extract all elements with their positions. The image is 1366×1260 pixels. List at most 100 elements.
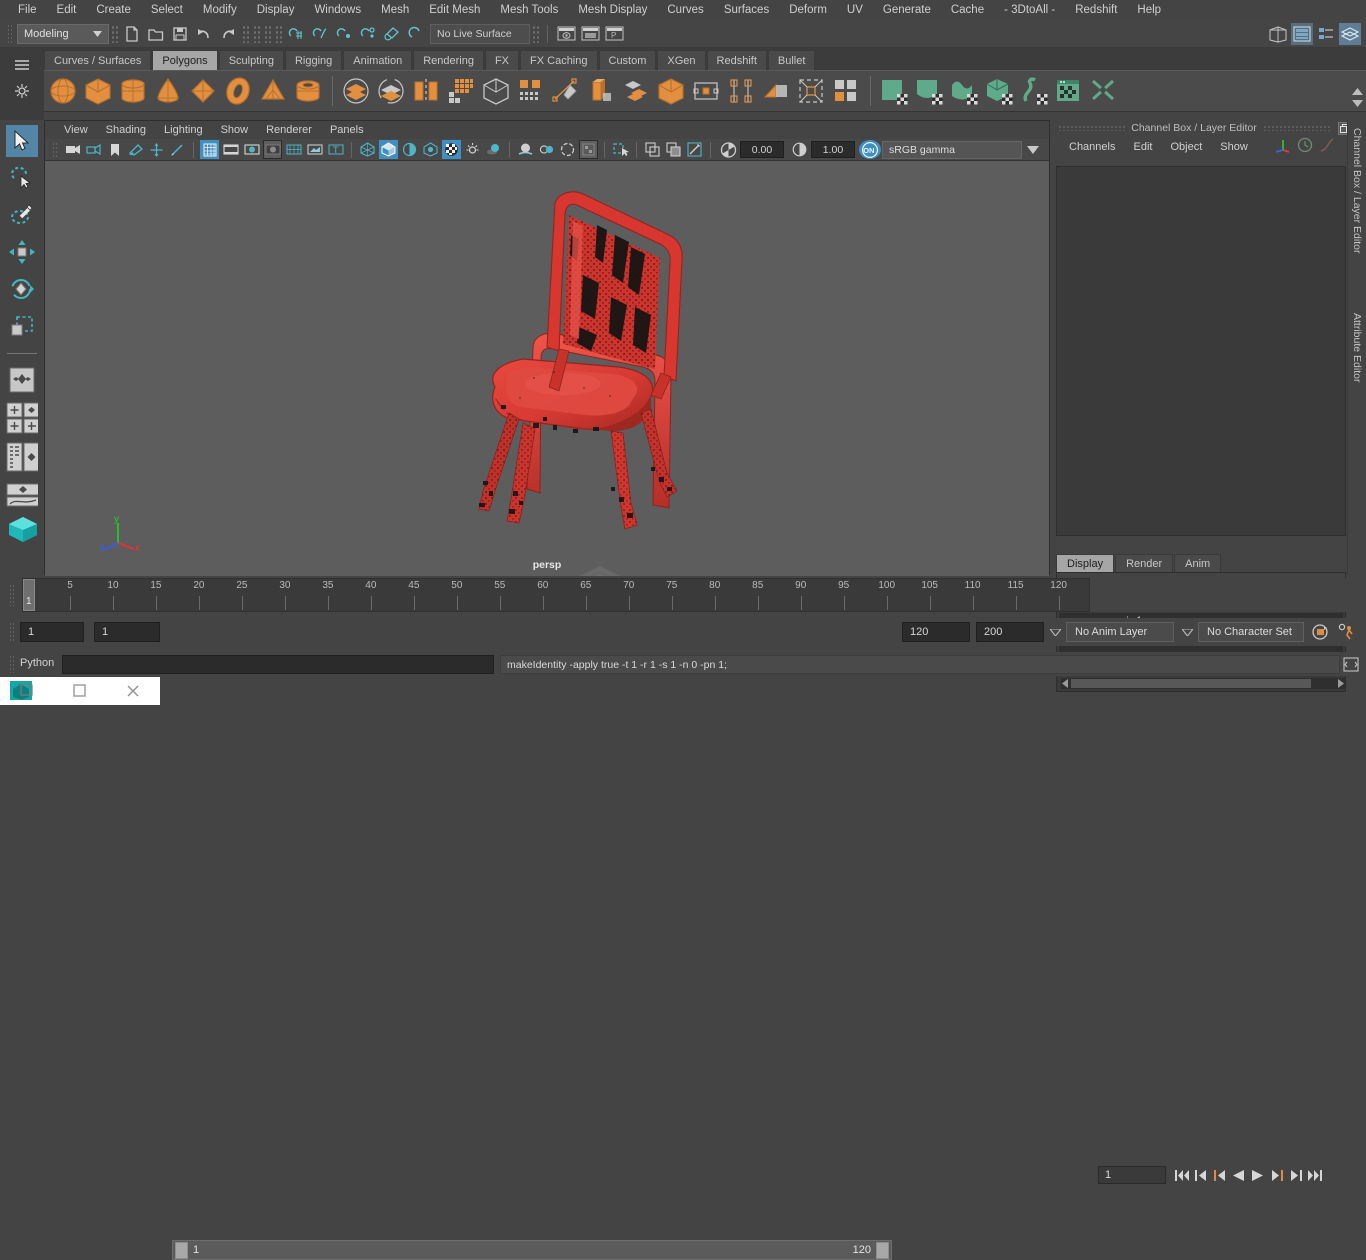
side-tab-attribute-editor[interactable]: Attribute Editor (1348, 305, 1366, 415)
poly-sphere-icon[interactable] (46, 74, 80, 108)
poly-smooth-icon[interactable] (444, 74, 478, 108)
shelf-scroll-arrows[interactable] (1350, 76, 1364, 118)
shelf-options-icon[interactable] (11, 80, 33, 102)
menu-item-deform[interactable]: Deform (779, 0, 837, 20)
resolution-gate-icon[interactable] (242, 140, 261, 159)
poly-cone-icon[interactable] (151, 74, 185, 108)
range-slider-grip[interactable] (9, 622, 16, 642)
status-line-grip[interactable] (7, 23, 14, 44)
animation-start-field[interactable]: 1 (20, 622, 84, 642)
select-tool[interactable] (6, 125, 38, 157)
poly-quad-draw-icon[interactable] (829, 74, 863, 108)
isolate-select-icon[interactable] (611, 140, 630, 159)
snap-projected-center-icon[interactable] (357, 23, 379, 45)
panel-drag-dots-right[interactable] (1262, 125, 1330, 131)
poly-crease-icon[interactable] (794, 74, 828, 108)
poly-bridge-icon[interactable] (619, 74, 653, 108)
time-slider[interactable]: 1 5 10 15 20 25 30 35 40 45 50 55 60 65 70 75 80 85 90 95 1… (22, 578, 1090, 612)
tool-settings-icon[interactable] (1315, 23, 1337, 45)
menu-item-3dtoall[interactable]: - 3DtoAll - (994, 0, 1065, 20)
safe-title-icon[interactable]: T (326, 140, 345, 159)
menu-item-windows[interactable]: Windows (304, 0, 371, 20)
menu-set-selector[interactable]: Modeling (17, 23, 109, 44)
poly-torus-icon[interactable] (221, 74, 255, 108)
channel-box-menu-object[interactable]: Object (1161, 136, 1211, 158)
script-editor-icon[interactable] (1342, 655, 1360, 674)
time-slider-grip[interactable] (9, 584, 16, 606)
animation-preferences-icon[interactable] (1335, 621, 1357, 643)
shelf-menu-icon[interactable] (11, 54, 33, 76)
channel-box-menu-show[interactable]: Show (1211, 136, 1257, 158)
gamma-field[interactable]: 1.00 (811, 141, 855, 158)
paint-select-tool[interactable] (6, 199, 38, 231)
viewport-menu-shading[interactable]: Shading (97, 121, 155, 139)
depth-of-field-icon[interactable] (579, 140, 598, 159)
go-to-end-icon[interactable] (1305, 1165, 1324, 1185)
menu-item-create[interactable]: Create (86, 0, 141, 20)
uv-cut-sew-icon[interactable] (1087, 74, 1121, 108)
film-gate-icon[interactable] (221, 140, 240, 159)
hypershade-layout[interactable] (6, 516, 38, 542)
close-window-icon[interactable] (107, 677, 160, 705)
menu-item-mesh-display[interactable]: Mesh Display (568, 0, 657, 20)
layer-list-scrollbar-thumb[interactable] (1071, 679, 1311, 688)
make-live-icon[interactable] (405, 23, 427, 45)
menu-item-file[interactable]: File (8, 0, 47, 20)
viewport-menu-show[interactable]: Show (212, 121, 258, 139)
save-scene-icon[interactable] (169, 23, 191, 45)
snap-grid-icon[interactable] (285, 23, 307, 45)
viewport-canvas[interactable]: y x z persp (45, 161, 1049, 576)
command-language-label[interactable]: Python (20, 657, 54, 669)
uv-editor-icon[interactable] (1052, 74, 1086, 108)
shelf-tab-curves-surfaces[interactable]: Curves / Surfaces (44, 50, 152, 70)
playback-start-field[interactable]: 1 (94, 622, 160, 642)
go-to-start-icon[interactable] (1172, 1165, 1191, 1185)
image-plane-icon[interactable] (126, 140, 145, 159)
poly-cube-icon[interactable] (81, 74, 115, 108)
shelf-tab-rigging[interactable]: Rigging (284, 50, 343, 70)
single-pane-layout[interactable] (6, 364, 38, 396)
viewport-menu-renderer[interactable]: Renderer (257, 121, 321, 139)
lasso-select-tool[interactable] (6, 162, 38, 194)
poly-wedge-icon[interactable] (759, 74, 793, 108)
poly-plane-icon[interactable] (186, 74, 220, 108)
uv-planar-icon[interactable] (877, 74, 911, 108)
shelf-tab-rendering[interactable]: Rendering (413, 50, 484, 70)
viewport-toolbar-grip[interactable] (52, 141, 59, 158)
animation-end-field[interactable]: 200 (976, 622, 1044, 642)
four-pane-layout[interactable] (6, 401, 38, 435)
gate-mask-icon[interactable] (263, 140, 282, 159)
attribute-editor-icon[interactable] (1291, 22, 1313, 45)
ipr-render-icon[interactable] (579, 23, 601, 45)
menu-item-mesh-tools[interactable]: Mesh Tools (490, 0, 568, 20)
open-scene-icon[interactable] (145, 23, 167, 45)
menu-item-generate[interactable]: Generate (873, 0, 941, 20)
live-surface-field[interactable]: No Live Surface (430, 23, 530, 44)
poly-pyramid-icon[interactable] (256, 74, 290, 108)
play-forwards-icon[interactable] (1248, 1165, 1267, 1185)
xray-joints-icon[interactable] (664, 140, 683, 159)
step-forward-key-icon[interactable] (1267, 1165, 1286, 1185)
anim-layer-field[interactable]: No Anim Layer (1066, 622, 1174, 642)
safe-action-icon[interactable] (305, 140, 324, 159)
auto-key-icon[interactable] (1309, 621, 1331, 643)
channel-box-menu-channels[interactable]: Channels (1060, 136, 1124, 158)
shelf-tab-sculpting[interactable]: Sculpting (218, 50, 284, 70)
menu-item-display[interactable]: Display (247, 0, 305, 20)
channel-box-list[interactable] (1056, 166, 1346, 536)
channel-box-icon[interactable] (1339, 22, 1361, 45)
shelf-tab-fx-caching[interactable]: FX Caching (520, 50, 598, 70)
persp-graph-layout[interactable] (6, 479, 38, 511)
menu-item-curves[interactable]: Curves (657, 0, 713, 20)
layer-tab-anim[interactable]: Anim (1174, 554, 1222, 572)
playback-end-field[interactable]: 120 (902, 622, 970, 642)
screen-space-ao-icon[interactable] (516, 140, 535, 159)
snap-curve-icon[interactable] (309, 23, 331, 45)
current-frame-field[interactable]: 1 (1098, 1166, 1166, 1184)
layer-tab-display[interactable]: Display (1056, 554, 1115, 572)
poly-cylinder-icon[interactable] (116, 74, 150, 108)
panel-drag-dots-left[interactable] (1058, 125, 1126, 131)
field-chart-icon[interactable] (284, 140, 303, 159)
gamma-icon[interactable] (788, 140, 810, 159)
range-start-handle[interactable] (175, 1241, 188, 1259)
